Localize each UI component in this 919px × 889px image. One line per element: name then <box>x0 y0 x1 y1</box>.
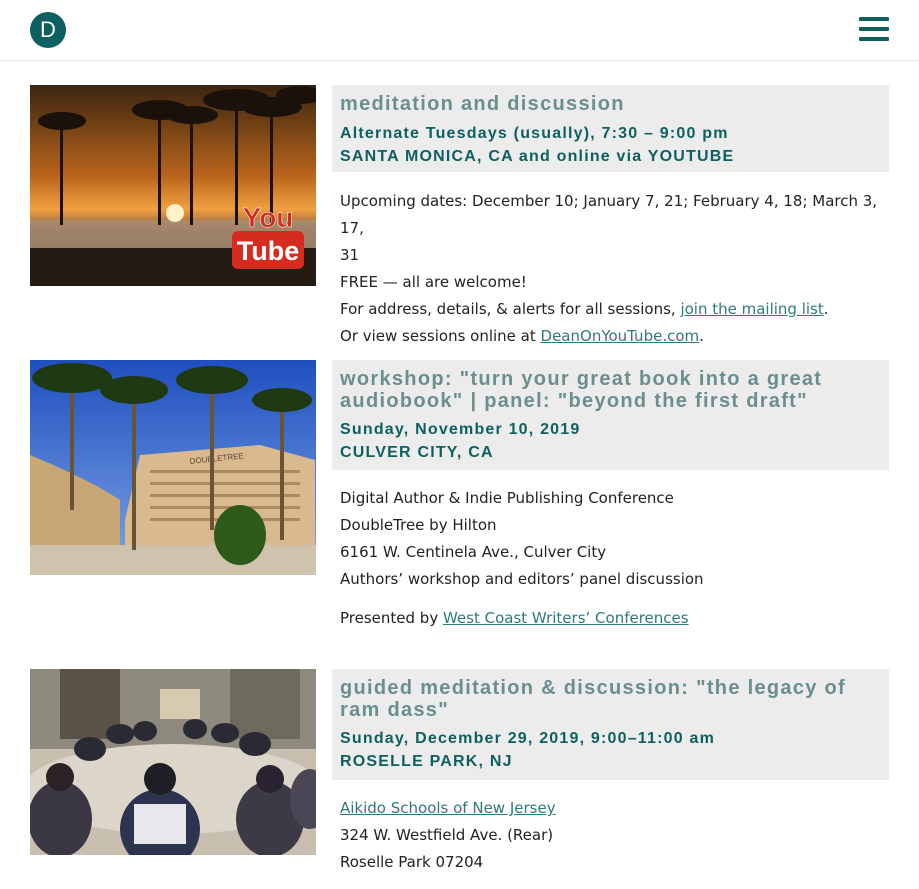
event-header-box: meditation and discussion Alternate Tues… <box>332 85 889 172</box>
mailing-list-link[interactable]: join the mailing list <box>680 300 823 318</box>
event-details: workshop: "turn your great book into a g… <box>332 360 889 632</box>
venue-address: 324 W. Westfield Ave. (Rear) <box>340 826 554 844</box>
sunset-youtube-image: You Tube <box>30 85 316 286</box>
event-location: CULVER CITY, CA <box>340 444 494 461</box>
venue-line: Aikido Schools of New Jersey <box>340 795 889 822</box>
event-date: Sunday, December 29, 2019, 9:00–11:00 am <box>340 730 716 747</box>
aikido-schools-link[interactable]: Aikido Schools of New Jersey <box>340 799 556 817</box>
hamburger-menu-icon[interactable] <box>859 17 889 43</box>
menu-bar <box>859 27 889 31</box>
event-details: meditation and discussion Alternate Tues… <box>332 85 889 350</box>
event-details: guided meditation & discussion: "the leg… <box>332 669 889 876</box>
upcoming-dates: Upcoming dates: December 10; January 7, … <box>340 192 878 264</box>
event-title: guided meditation & discussion: "the leg… <box>340 677 847 721</box>
youtube-link[interactable]: DeanOnYouTube.com <box>541 327 700 345</box>
west-coast-writers-link[interactable]: West Coast Writers’ Conferences <box>443 609 689 627</box>
event-description: Aikido Schools of New Jersey 324 W. West… <box>332 795 889 876</box>
mailing-list-line: For address, details, & alerts for all s… <box>340 300 829 318</box>
free-note: FREE — all are welcome! <box>340 273 527 291</box>
doubletree-hotel-image: DOUBLETREE <box>30 360 316 575</box>
site-logo[interactable]: D <box>30 12 66 48</box>
youtube-logo-tube: Tube <box>237 236 300 266</box>
event-title: workshop: "turn your great book into a g… <box>340 368 823 412</box>
event-description: Upcoming dates: December 10; January 7, … <box>332 188 889 350</box>
conference-name: Digital Author & Indie Publishing Confer… <box>340 489 674 507</box>
event-title: meditation and discussion <box>340 93 625 115</box>
venue-city: Roselle Park 07204 <box>340 853 484 871</box>
meditation-room-image <box>30 669 316 855</box>
session-description: Authors’ workshop and editors’ panel dis… <box>340 570 704 588</box>
menu-bar <box>859 17 889 21</box>
youtube-logo-you: You <box>243 202 294 233</box>
event-date: Alternate Tuesdays (usually), 7:30 – 9:0… <box>340 125 729 142</box>
venue-address: 6161 W. Centinela Ave., Culver City <box>340 543 607 561</box>
event-header-box: guided meditation & discussion: "the leg… <box>332 669 889 780</box>
menu-bar <box>859 37 889 41</box>
venue-name: DoubleTree by Hilton <box>340 516 497 534</box>
site-header: D <box>0 0 919 61</box>
presented-by-line: Presented by West Coast Writers’ Confere… <box>340 609 689 627</box>
event-header-box: workshop: "turn your great book into a g… <box>332 360 889 470</box>
event-date: Sunday, November 10, 2019 <box>340 421 581 438</box>
youtube-line: Or view sessions online at DeanOnYouTube… <box>340 327 704 345</box>
event-location: ROSELLE PARK, NJ <box>340 753 513 770</box>
event-description: Digital Author & Indie Publishing Confer… <box>332 485 889 632</box>
event-location: SANTA MONICA, CA and online via YOUTUBE <box>340 148 735 165</box>
